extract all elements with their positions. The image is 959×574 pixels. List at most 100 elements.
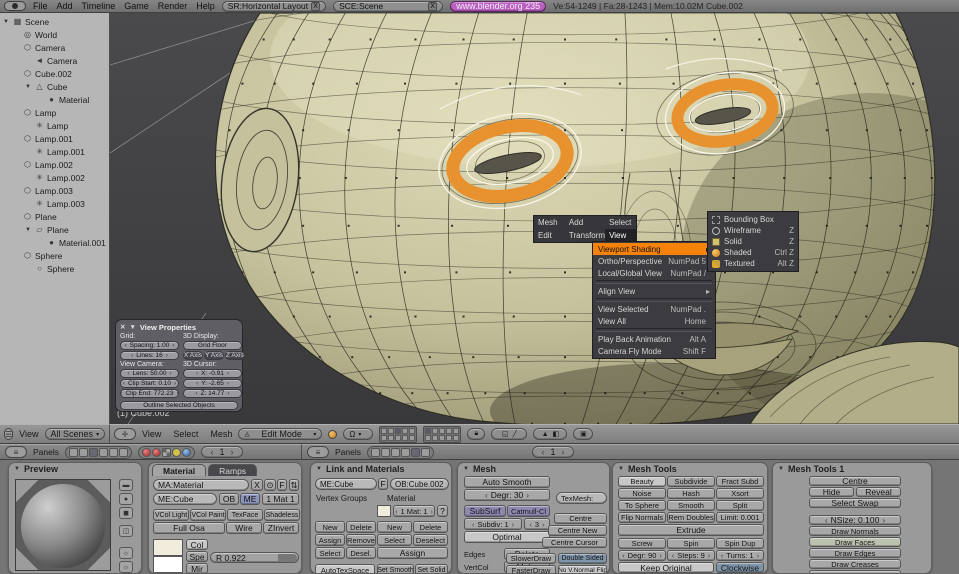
material-index-spinner[interactable]: 1 Mat: 1 [393, 505, 435, 517]
centre-button[interactable]: Centre [554, 513, 607, 524]
reveal-button[interactable]: Reveal [856, 487, 901, 497]
expand-arrow-icon[interactable]: ▼ [2, 19, 10, 25]
ob-name-field[interactable]: OB:Cube.002 [390, 478, 449, 490]
vertex-group-button[interactable]: Assign [315, 534, 345, 546]
view3d-menu-item[interactable]: Mesh [210, 429, 232, 439]
mesh-tool-button[interactable]: Subdivide [667, 476, 715, 487]
slower-draw-button[interactable]: SlowerDraw [506, 553, 556, 564]
mesh-tool-button[interactable]: Rem Doubles [667, 512, 715, 523]
grid-floor-toggle[interactable]: Grid Floor [183, 341, 242, 350]
mesh-tool-button[interactable]: Flip Normals [618, 512, 666, 523]
clip-end-field[interactable]: Clip End: 772.23 [120, 389, 179, 398]
shading-menu-item[interactable]: Shaded Ctrl Z [708, 247, 798, 258]
material-toggle[interactable]: Shadeless [264, 509, 300, 521]
view3d-menu-item[interactable]: Select [173, 429, 198, 439]
context-buttons[interactable] [367, 445, 434, 459]
centre-button[interactable]: Centre [809, 476, 901, 486]
grid-spacing-field[interactable]: Spacing: 1.00 [120, 341, 179, 350]
spin-tool-button[interactable]: Screw [618, 538, 666, 549]
axis-toggle[interactable]: Y Axis [204, 351, 225, 360]
toolbox-category[interactable]: Edit [534, 229, 565, 242]
menu-item[interactable]: Local/Global View NumPad / [593, 267, 715, 279]
outliner-item[interactable]: ● Material [0, 93, 109, 106]
menu-item[interactable] [596, 328, 712, 332]
mode-dropdown[interactable]: ◬ Edit Mode ▾ [238, 428, 323, 440]
clip-start-field[interactable]: Clip Start: 0.10 [120, 379, 179, 388]
draw-mode-icon[interactable] [328, 429, 338, 439]
menu-item[interactable]: Viewport Shading ▸ [593, 243, 715, 255]
panel-collapse-icon[interactable]: ▼ [463, 466, 469, 472]
shading-menu-item[interactable]: Wireframe Z [708, 225, 798, 236]
top-menu-item[interactable]: Help [196, 1, 215, 11]
outliner-item[interactable]: ⬡ Plane [0, 210, 109, 223]
fake-user-button[interactable]: F [378, 478, 388, 490]
context-buttons[interactable] [65, 445, 132, 459]
panel-collapse-icon[interactable]: ▼ [316, 466, 322, 472]
material-button[interactable]: Delete [413, 521, 448, 533]
extrude-button[interactable]: Extrude [618, 524, 764, 536]
grid-lines-field[interactable]: Lines: 16 [120, 351, 179, 360]
cursor-x-field[interactable]: X: -0.91 [183, 369, 242, 378]
outliner-item[interactable]: ⬡ Lamp.001 [0, 132, 109, 145]
outliner-item[interactable]: ✳ Lamp.003 [0, 197, 109, 210]
set-smooth-button[interactable]: Set Smooth [377, 564, 414, 573]
material-button[interactable]: Select [377, 534, 412, 546]
material-toggle[interactable]: VCol Light [153, 509, 189, 521]
query-button[interactable]: ? [437, 505, 448, 517]
material-button[interactable]: Deselect [413, 534, 448, 546]
draw-toggle[interactable]: Draw Edges [809, 548, 901, 558]
set-solid-button[interactable]: Set Solid [415, 564, 448, 573]
draw-toggle[interactable]: Draw Creases [809, 559, 901, 569]
outliner-item[interactable]: ⬡ Lamp.002 [0, 158, 109, 171]
editor-type-icon[interactable]: ☰ [4, 428, 14, 440]
editor-type-icon[interactable]: ≡ [307, 446, 329, 458]
screen-close-button[interactable]: X [311, 1, 321, 11]
hide-button[interactable]: Hide [809, 487, 854, 497]
render-preview-button[interactable]: ▣ [573, 428, 594, 440]
ob-toggle[interactable]: OB [219, 493, 239, 505]
keep-original-toggle[interactable]: Keep Original [618, 562, 714, 573]
vertex-group-button[interactable]: Delete [346, 521, 376, 533]
expand-arrow-icon[interactable]: ▼ [24, 227, 32, 233]
menu-item[interactable]: View All Home [593, 315, 715, 327]
autotexspace-toggle[interactable]: AutoTexSpace [315, 564, 375, 573]
spe-button[interactable]: Spe [186, 551, 208, 562]
top-menu-item[interactable]: Add [57, 1, 73, 11]
subdiv-spinner[interactable]: Subdiv: 1 [464, 518, 522, 530]
panels-menu[interactable]: Panels [335, 447, 361, 457]
outliner-item[interactable]: ● Material.001 [0, 236, 109, 249]
blender-org-link[interactable]: www.blender.org 235 [450, 0, 547, 12]
menu-item[interactable]: Align View ▸ [593, 285, 715, 297]
texmesh-field[interactable]: TexMesh: [556, 492, 607, 504]
spin-tool-button[interactable]: Spin [667, 538, 715, 549]
material-button[interactable]: New [377, 521, 412, 533]
zinvert-toggle[interactable]: ZInvert [263, 522, 299, 534]
mesh-tool-button[interactable]: Beauty [618, 476, 666, 487]
outliner-item[interactable]: ⬡ Lamp [0, 106, 109, 119]
lock-toggle[interactable]: 🔒︎ [467, 428, 486, 440]
no-vnormal-flip-toggle[interactable]: No V.Normal Flip [558, 565, 607, 573]
auto-name-button[interactable]: ⊙ [264, 479, 276, 491]
preview-monkey-button[interactable]: ◫ [119, 525, 133, 537]
draw-toggle[interactable]: Draw Seams [809, 570, 901, 573]
material-toggle[interactable]: VCol Paint [190, 509, 226, 521]
preview-lamp1-button[interactable]: ☼ [119, 547, 133, 559]
double-sided-toggle[interactable]: Double Sided [558, 553, 607, 564]
outliner-item[interactable]: ⬡ Sphere [0, 249, 109, 262]
fake-user-button[interactable]: F [277, 479, 287, 491]
render-subdiv-spinner[interactable]: 3 [524, 518, 550, 530]
auto-smooth-toggle[interactable]: Auto Smooth [464, 476, 550, 488]
clockwise-toggle[interactable]: Clockwise [716, 562, 764, 573]
shading-menu-item[interactable]: Bounding Box [708, 214, 798, 225]
preview-sphere-button[interactable]: ● [119, 493, 133, 505]
diffuse-color-swatch[interactable] [153, 539, 183, 556]
vertex-group-button[interactable]: Desel. [346, 547, 376, 559]
editor-type-icon[interactable]: ≡ [5, 446, 27, 458]
outliner-item[interactable]: ◎ World [0, 28, 109, 41]
lens-field[interactable]: Lens: 50.00 [120, 369, 179, 378]
editor-type-icon[interactable]: ✛ [114, 428, 136, 440]
blender-logo-icon[interactable] [4, 1, 26, 11]
scene-close-button[interactable]: X [428, 1, 438, 11]
shading-menu-item[interactable]: Textured Alt Z [708, 258, 798, 269]
me-toggle[interactable]: ME [240, 493, 260, 505]
